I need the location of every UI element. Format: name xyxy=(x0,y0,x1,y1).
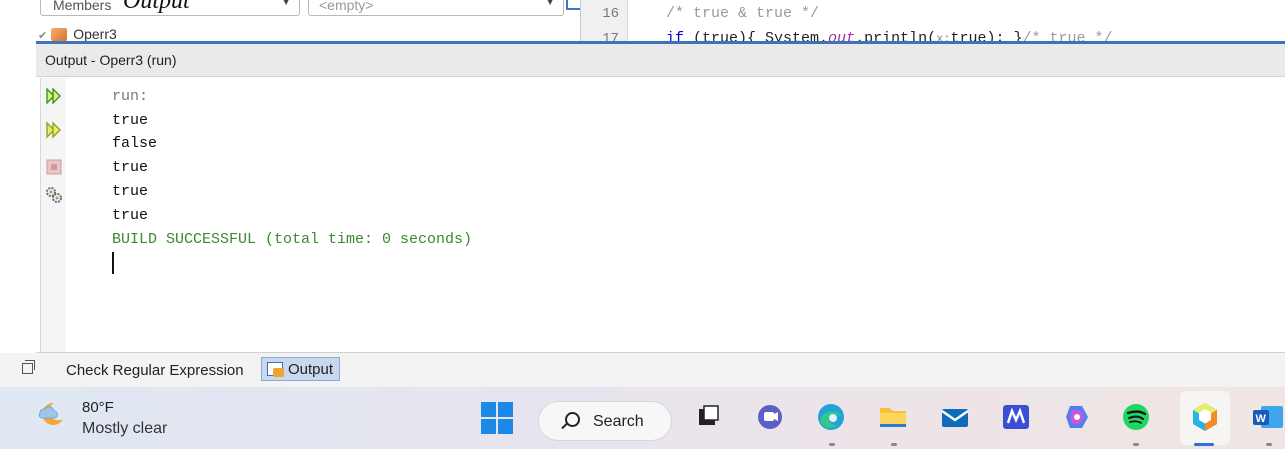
spotify-icon[interactable] xyxy=(1119,400,1153,434)
output-window-header[interactable]: Output - Operr3 (run) xyxy=(36,44,1285,77)
edge-browser-icon[interactable] xyxy=(814,400,848,434)
tab-check-regular-expression[interactable]: Check Regular Expression xyxy=(66,362,244,379)
console-line: true xyxy=(112,159,149,176)
active-indicator xyxy=(1194,443,1214,446)
output-console[interactable]: run: true false true true true BUILD SUC… xyxy=(66,78,1285,352)
windows-logo-tile xyxy=(498,402,513,417)
file-explorer-icon[interactable] xyxy=(876,400,910,434)
console-line: false xyxy=(112,135,158,152)
weather-temperature[interactable]: 80°F xyxy=(82,399,114,416)
mail-icon[interactable] xyxy=(938,400,972,434)
stop-icon[interactable] xyxy=(45,158,63,176)
tree-node-label: Operr3 xyxy=(73,26,117,42)
windows-logo-tile xyxy=(498,419,513,434)
bottom-tab-bar: Check Regular Expression Output xyxy=(0,353,1285,387)
code-editor[interactable]: /* true & true */ if (true){ System.out.… xyxy=(640,0,1113,42)
search-icon xyxy=(565,412,580,427)
taskbar-search[interactable]: Search xyxy=(538,401,672,441)
filter-combo-label: <empty> xyxy=(319,0,374,13)
windows-logo-tile xyxy=(481,402,496,417)
filter-combo[interactable]: <empty> ▼ xyxy=(308,0,564,16)
console-line: run: xyxy=(112,88,149,105)
search-label: Search xyxy=(593,413,644,430)
line-number: 16 xyxy=(602,6,619,22)
tab-output[interactable]: Output xyxy=(261,357,341,381)
windows-taskbar: 80°F Mostly clear Search W xyxy=(0,387,1285,449)
output-toolbar xyxy=(40,78,67,352)
start-button[interactable] xyxy=(481,402,513,434)
overlay-title: Output xyxy=(123,0,190,14)
notes-app-icon[interactable] xyxy=(999,400,1033,434)
tab-output-label: Output xyxy=(288,361,334,378)
chevron-down-icon: ▼ xyxy=(545,0,555,8)
text-caret xyxy=(112,252,114,274)
chat-icon[interactable] xyxy=(753,400,787,434)
netbeans-icon[interactable] xyxy=(1188,400,1222,434)
rerun-icon[interactable] xyxy=(45,87,63,105)
build-status-line: BUILD SUCCESSFUL (total time: 0 seconds) xyxy=(112,231,473,248)
class-icon xyxy=(51,28,68,41)
restore-window-icon[interactable] xyxy=(22,360,35,374)
settings-icon[interactable] xyxy=(45,186,63,204)
editor-top-strip: Members ▼ <empty> ▼ Output ✔ Operr3 16 17… xyxy=(0,0,1285,42)
navigator-tree-node[interactable]: ✔ Operr3 xyxy=(38,26,117,42)
code-line: /* true & true */ xyxy=(666,5,819,22)
console-line: true xyxy=(112,183,149,200)
output-window-icon xyxy=(267,362,284,377)
chevron-down-icon: ▼ xyxy=(281,0,291,8)
console-line: true xyxy=(112,112,149,129)
copilot-icon[interactable] xyxy=(1060,400,1094,434)
line-number-gutter: 16 17 xyxy=(581,0,628,42)
rerun-with-options-icon[interactable] xyxy=(45,121,63,139)
task-view-icon[interactable] xyxy=(691,400,725,434)
running-indicator xyxy=(1133,443,1139,446)
running-indicator xyxy=(829,443,835,446)
weather-description[interactable]: Mostly clear xyxy=(82,420,167,438)
console-line: true xyxy=(112,207,149,224)
word-icon[interactable]: W xyxy=(1251,400,1285,434)
members-combo-label: Members xyxy=(53,0,112,13)
running-indicator xyxy=(1266,443,1272,446)
weather-moon-cloud-icon[interactable] xyxy=(36,399,66,429)
output-title: Output - Operr3 (run) xyxy=(45,52,177,68)
running-indicator xyxy=(891,443,897,446)
code-comment: /* true & true */ xyxy=(666,5,820,22)
windows-logo-tile xyxy=(481,419,496,434)
svg-text:W: W xyxy=(1256,413,1267,425)
